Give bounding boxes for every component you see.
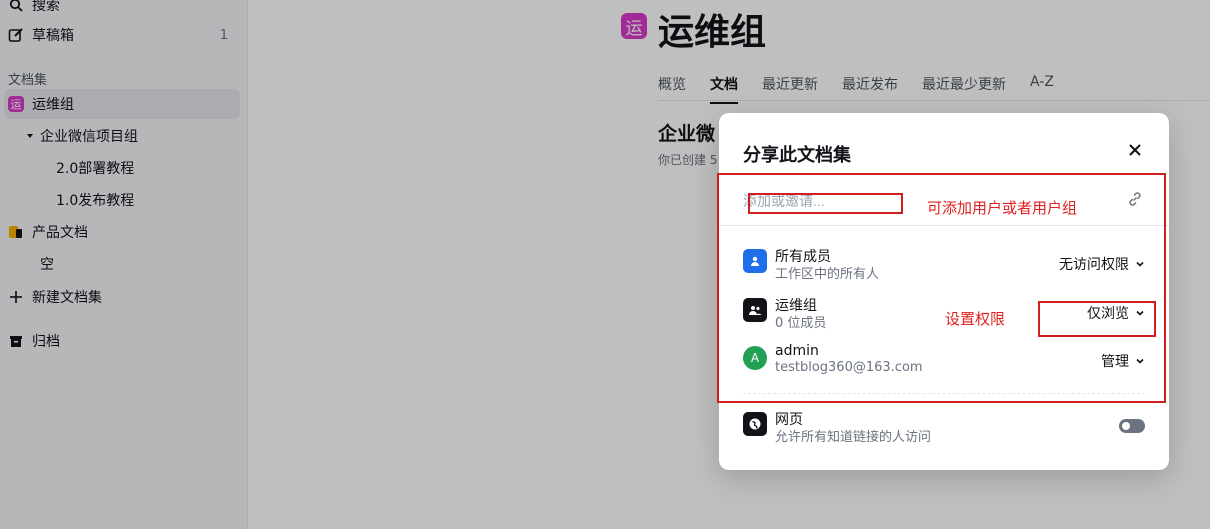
globe-icon xyxy=(743,412,767,436)
web-access-row: 网页 允许所有知道链接的人访问 xyxy=(743,409,1145,445)
annotation-permission-box xyxy=(1038,301,1156,337)
web-access-toggle[interactable] xyxy=(1119,419,1145,433)
close-icon[interactable] xyxy=(1125,140,1145,160)
annotation-add-users: 可添加用户或者用户组 xyxy=(927,200,1078,217)
annotation-set-permission: 设置权限 xyxy=(945,311,1006,328)
annotation-input-box xyxy=(748,193,903,214)
dialog-title: 分享此文档集 xyxy=(743,145,851,166)
web-access-desc: 允许所有知道链接的人访问 xyxy=(775,430,932,445)
